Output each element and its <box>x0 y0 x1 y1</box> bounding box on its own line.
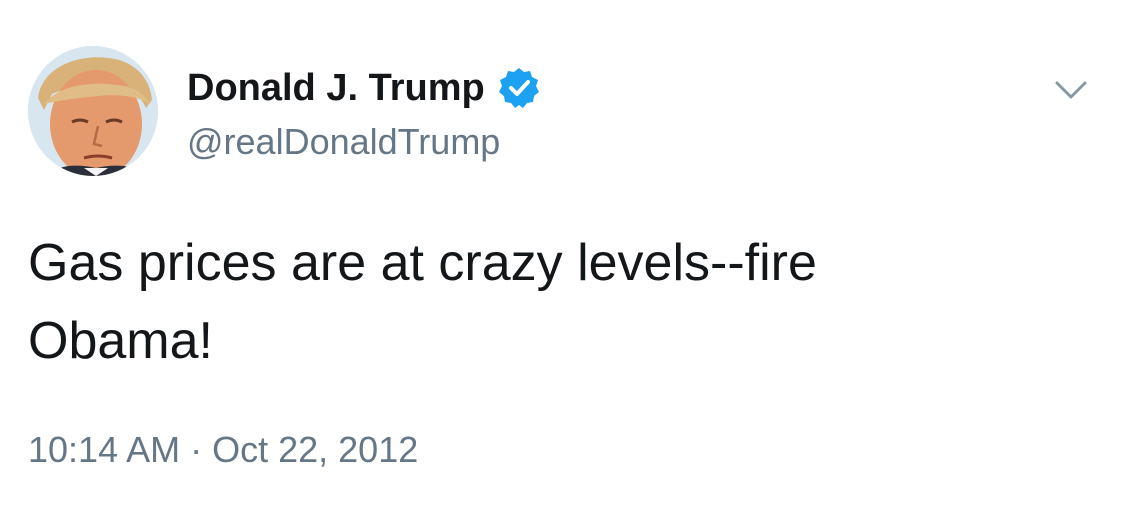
tweet-card: Donald J. Trump @realDonaldTrump Gas pri… <box>0 0 1125 508</box>
chevron-down-icon[interactable] <box>1051 70 1091 110</box>
tweet-text: Gas prices are at crazy levels--fire Oba… <box>28 224 1088 380</box>
tweet-timestamp[interactable]: 10:14 AM · Oct 22, 2012 <box>28 424 418 476</box>
author-name-row: Donald J. Trump <box>187 62 541 114</box>
separator-dot: · <box>190 429 203 470</box>
author-handle[interactable]: @realDonaldTrump <box>187 118 541 166</box>
tweet-text-line-2: Obama! <box>28 312 213 370</box>
avatar[interactable] <box>28 46 158 176</box>
avatar-image <box>28 46 158 176</box>
display-name[interactable]: Donald J. Trump <box>187 62 485 114</box>
tweet-time: 10:14 AM <box>28 429 181 470</box>
verified-badge-icon <box>497 66 541 110</box>
tweet-date: Oct 22, 2012 <box>212 429 419 470</box>
tweet-author[interactable]: Donald J. Trump @realDonaldTrump <box>187 62 541 166</box>
tweet-text-line-1: Gas prices are at crazy levels--fire <box>28 234 817 292</box>
